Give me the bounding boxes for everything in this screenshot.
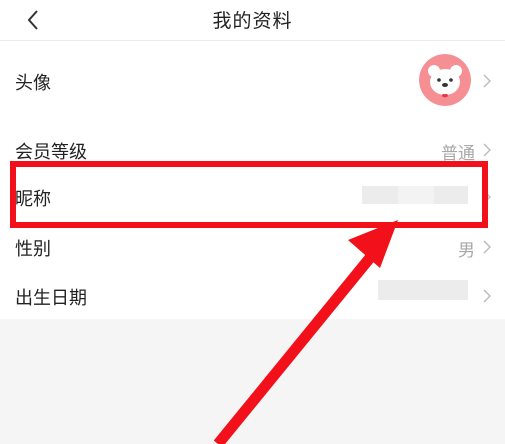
chevron-right-icon <box>483 143 491 157</box>
row-label-member-level: 会员等级 <box>15 142 87 163</box>
birthday-value-blurred <box>378 280 468 300</box>
row-value-member-level: 普通 <box>441 144 475 164</box>
row-label-avatar: 头像 <box>15 73 51 94</box>
avatar-bear-icon <box>419 54 471 106</box>
row-label-birthday: 出生日期 <box>15 288 87 309</box>
chevron-right-icon <box>483 190 491 204</box>
row-label-gender: 性别 <box>15 239 51 260</box>
chevron-right-icon <box>483 74 491 88</box>
page-title: 我的资料 <box>212 10 293 32</box>
avatar <box>419 54 471 106</box>
profile-row-member-level[interactable]: 会员等级 普通 <box>0 126 505 172</box>
profile-row-birthday[interactable]: 出生日期 <box>0 272 505 318</box>
profile-row-avatar[interactable]: 头像 <box>0 41 505 121</box>
chevron-right-icon <box>483 240 491 254</box>
row-label-nickname: 昵称 <box>15 189 51 210</box>
chevron-right-icon <box>483 289 491 303</box>
nav-header: 我的资料 <box>0 0 505 41</box>
empty-background <box>0 319 505 444</box>
nickname-value-blurred-2 <box>398 186 434 204</box>
row-value-gender: 男 <box>458 241 475 261</box>
profile-row-gender[interactable]: 性别 男 <box>0 226 505 272</box>
profile-row-nickname[interactable]: 昵称 <box>0 172 505 220</box>
